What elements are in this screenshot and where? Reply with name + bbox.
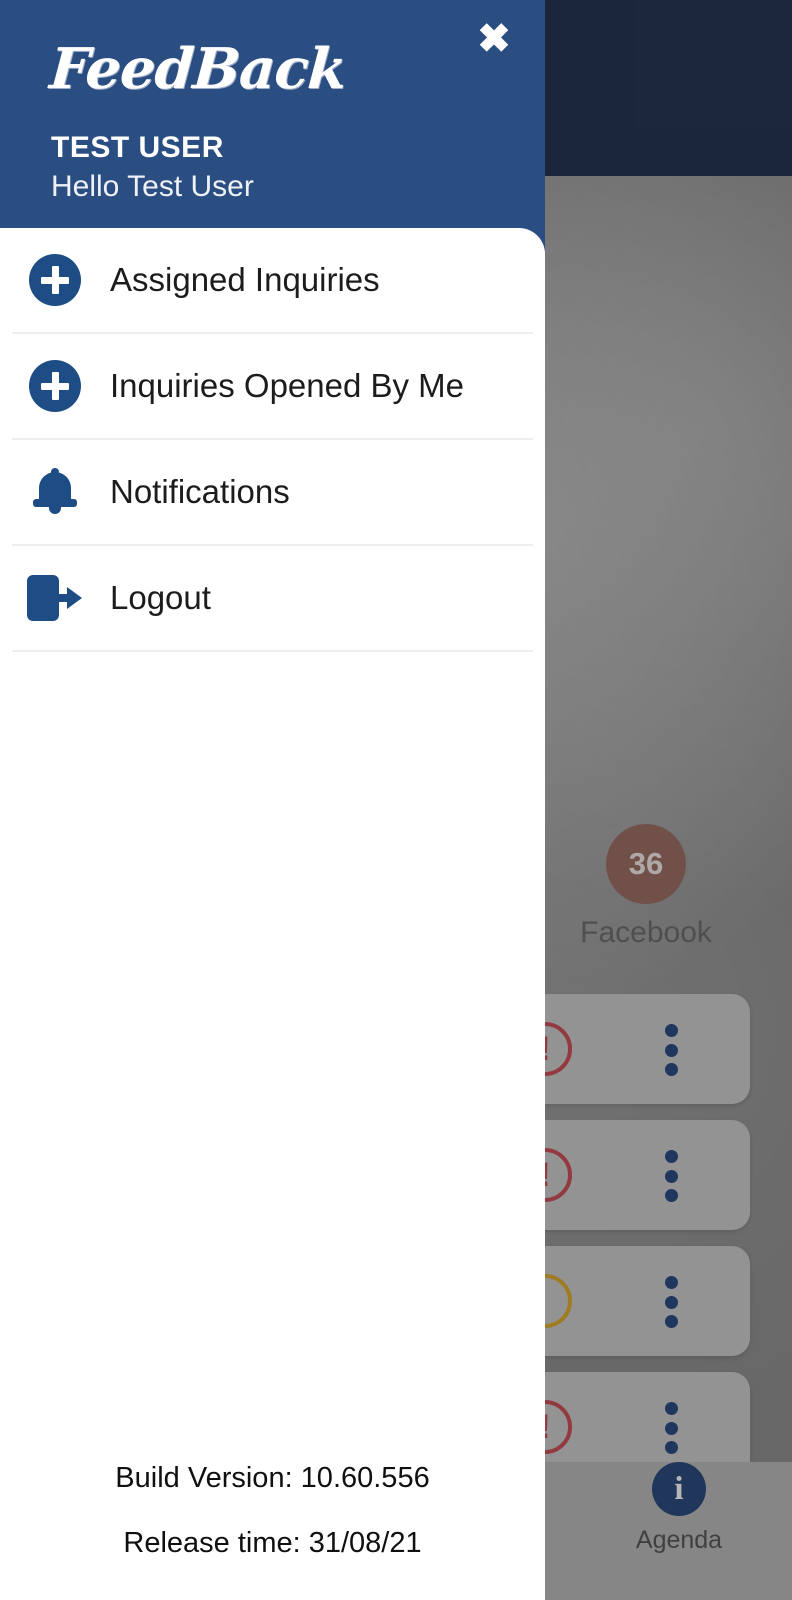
brand-logo: FeedBack xyxy=(47,36,348,102)
build-version: Build Version: 10.60.556 xyxy=(115,1462,430,1494)
menu-item-assigned-inquiries[interactable]: Assigned Inquiries xyxy=(0,228,545,332)
menu-item-label: Logout xyxy=(110,579,211,616)
navigation-drawer: ✖ FeedBack TEST USER Hello Test User Ass… xyxy=(0,0,545,1600)
drawer-menu-list: Assigned Inquiries Inquiries Opened By M… xyxy=(0,228,545,652)
menu-item-label: Assigned Inquiries xyxy=(110,261,380,298)
menu-item-notifications[interactable]: Notifications xyxy=(0,440,545,544)
divider xyxy=(12,650,533,652)
plus-circle-icon xyxy=(0,360,110,412)
menu-item-label: Notifications xyxy=(110,473,290,510)
plus-circle-icon xyxy=(0,254,110,306)
logout-icon xyxy=(0,575,110,621)
release-time: Release time: 31/08/21 xyxy=(123,1527,422,1559)
drawer-footer: Build Version: 10.60.556 Release time: 3… xyxy=(0,1462,545,1560)
drawer-panel: Assigned Inquiries Inquiries Opened By M… xyxy=(0,228,545,1600)
menu-item-logout[interactable]: Logout xyxy=(0,546,545,650)
close-icon[interactable]: ✖ xyxy=(471,16,517,62)
bell-icon xyxy=(0,466,110,518)
user-greeting: Hello Test User xyxy=(51,170,254,203)
user-name: TEST USER xyxy=(51,131,224,164)
menu-item-label: Inquiries Opened By Me xyxy=(110,367,465,404)
drawer-header: ✖ FeedBack TEST USER Hello Test User xyxy=(0,0,545,228)
menu-item-inquiries-opened-by-me[interactable]: Inquiries Opened By Me xyxy=(0,334,545,438)
